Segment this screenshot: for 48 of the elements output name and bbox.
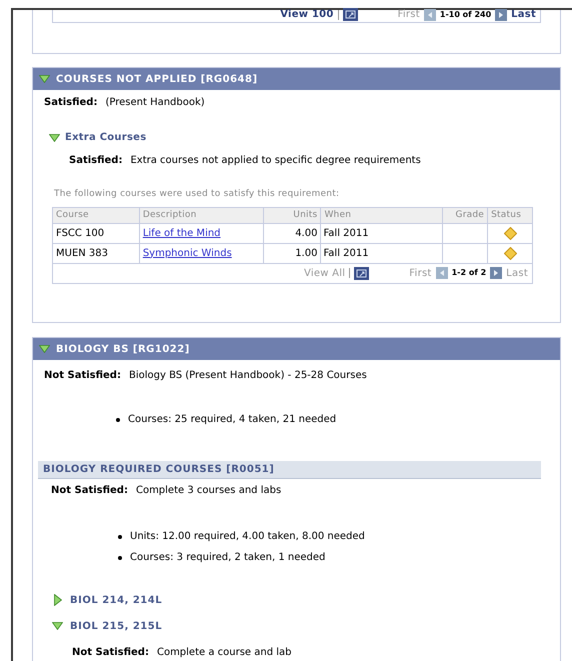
subsection-title: BIOLOGY REQUIRED COURSES [R0051] xyxy=(43,463,274,477)
course-group-title[interactable]: BIOL 214, 214L xyxy=(70,592,162,608)
status-label: Not Satisfied: xyxy=(72,646,149,660)
status-text: Extra courses not applied to specific degree requirements xyxy=(130,154,421,168)
bullet-icon xyxy=(116,418,120,422)
diamond-icon xyxy=(504,246,517,260)
column-header: When xyxy=(321,208,444,222)
column-header: Units xyxy=(264,208,322,222)
status-text: Biology BS (Present Handbook) - 25-28 Courses xyxy=(128,369,367,383)
column-header: Course xyxy=(53,208,140,222)
status-label: Satisfied: xyxy=(44,96,98,110)
requirement-title[interactable]: Extra Courses xyxy=(65,130,146,145)
course-link[interactable]: Life of the Mind xyxy=(142,228,221,238)
table-caption: The following courses were used to satisfy this requirement: xyxy=(54,188,340,201)
requirement-count: Courses: 3 required, 2 taken, 1 needed xyxy=(130,551,326,565)
diamond-icon xyxy=(504,226,517,240)
course-group-title[interactable]: BIOL 215, 215L xyxy=(70,618,162,634)
bullet-icon xyxy=(118,556,122,560)
table-cell: 1.00 xyxy=(264,244,322,262)
expanded-triangle-icon[interactable] xyxy=(39,345,50,353)
status-text: Complete 3 courses and labs xyxy=(136,484,282,498)
status-label: Satisfied: xyxy=(69,154,122,168)
column-header: Status xyxy=(490,208,522,222)
bullet-icon xyxy=(118,534,122,538)
table-cell: Fall 2011 xyxy=(321,244,444,262)
requirement-count: Courses: 25 required, 4 taken, 21 needed xyxy=(128,413,336,427)
column-header: Description xyxy=(140,208,264,222)
table-cell: Fall 2011 xyxy=(321,224,444,242)
last-link[interactable]: Last xyxy=(511,7,536,22)
status-label: Not Satisfied: xyxy=(44,369,121,383)
table-cell: 4.00 xyxy=(264,224,322,242)
page-range: 1-2 of 2 xyxy=(452,267,486,279)
table-cell: FSCC 100 xyxy=(53,224,140,242)
view-link[interactable]: View 100 xyxy=(280,7,334,22)
course-link[interactable]: Symphonic Winds xyxy=(142,248,232,258)
status-label: Not Satisfied: xyxy=(51,484,128,498)
status-text: Complete a course and lab xyxy=(156,646,292,660)
collapsed-triangle-icon[interactable] xyxy=(54,594,62,606)
section-title: BIOLOGY BS [RG1022] xyxy=(56,342,190,356)
expanded-triangle-icon[interactable] xyxy=(39,75,50,83)
expanded-triangle-icon[interactable] xyxy=(52,622,63,630)
table-cell: MUEN 383 xyxy=(53,244,140,262)
requirement-count: Units: 12.00 required, 4.00 taken, 8.00 needed xyxy=(130,530,365,544)
expanded-triangle-icon[interactable] xyxy=(49,134,60,142)
page-range: 1-10 of 240 xyxy=(440,8,492,20)
status-text: (Present Handbook) xyxy=(105,96,205,110)
column-header: Grade xyxy=(443,208,488,222)
section-title: COURSES NOT APPLIED [RG0648] xyxy=(56,72,258,86)
